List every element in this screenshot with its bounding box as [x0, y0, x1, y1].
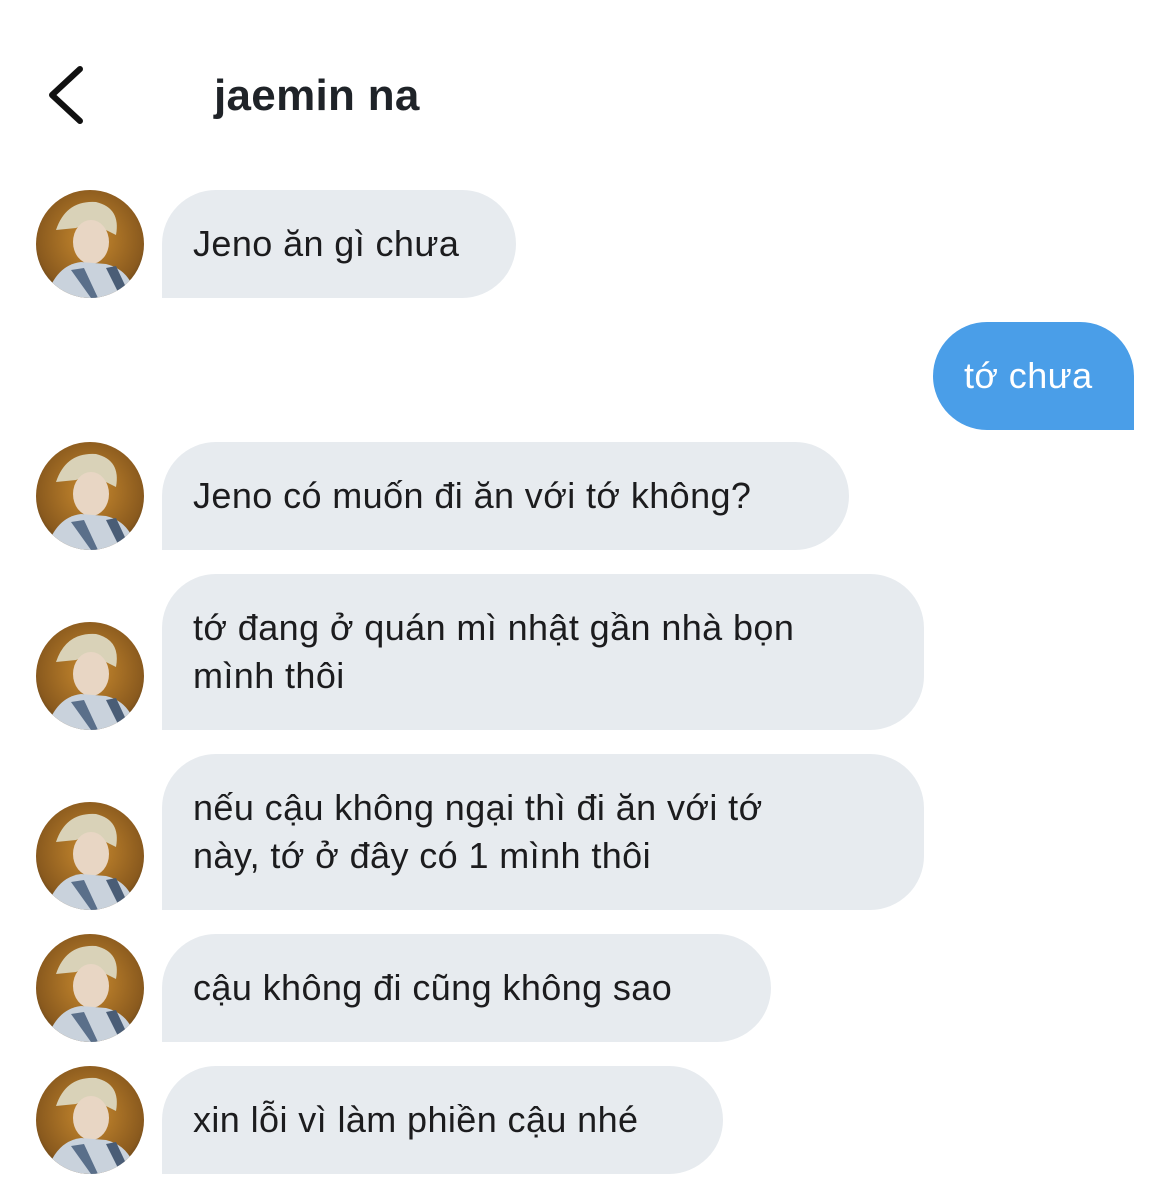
avatar[interactable]: [36, 1066, 144, 1174]
message-bubble-incoming[interactable]: xin lỗi vì làm phiền cậu nhé: [162, 1066, 723, 1174]
avatar[interactable]: [36, 934, 144, 1042]
message-row: tớ chưa: [0, 322, 1169, 430]
profile-photo: [36, 802, 144, 910]
profile-photo: [36, 934, 144, 1042]
profile-photo: [36, 622, 144, 730]
avatar[interactable]: [36, 622, 144, 730]
back-button[interactable]: [30, 55, 100, 135]
chat-header: jaemin na: [0, 0, 1169, 170]
profile-photo: [36, 442, 144, 550]
message-row: tớ đang ở quán mì nhật gần nhà bọn mình …: [0, 574, 1169, 730]
page-title: jaemin na: [214, 71, 420, 120]
message-row: cậu không đi cũng không sao: [0, 934, 1169, 1042]
message-row: xin lỗi vì làm phiền cậu nhé: [0, 1066, 1169, 1174]
message-row: Jeno có muốn đi ăn với tớ không?: [0, 442, 1169, 550]
profile-photo: [36, 1066, 144, 1174]
message-bubble-incoming[interactable]: tớ đang ở quán mì nhật gần nhà bọn mình …: [162, 574, 924, 730]
message-row: Jeno ăn gì chưa: [0, 190, 1169, 298]
chevron-left-icon: [49, 66, 83, 124]
message-bubble-incoming[interactable]: Jeno ăn gì chưa: [162, 190, 516, 298]
message-bubble-incoming[interactable]: Jeno có muốn đi ăn với tớ không?: [162, 442, 849, 550]
message-bubble-incoming[interactable]: cậu không đi cũng không sao: [162, 934, 771, 1042]
avatar[interactable]: [36, 802, 144, 910]
avatar[interactable]: [36, 190, 144, 298]
message-row: nếu cậu không ngại thì đi ăn với tớ này,…: [0, 754, 1169, 910]
profile-photo: [36, 190, 144, 298]
message-bubble-incoming[interactable]: nếu cậu không ngại thì đi ăn với tớ này,…: [162, 754, 924, 910]
avatar[interactable]: [36, 442, 144, 550]
message-bubble-outgoing[interactable]: tớ chưa: [933, 322, 1134, 430]
